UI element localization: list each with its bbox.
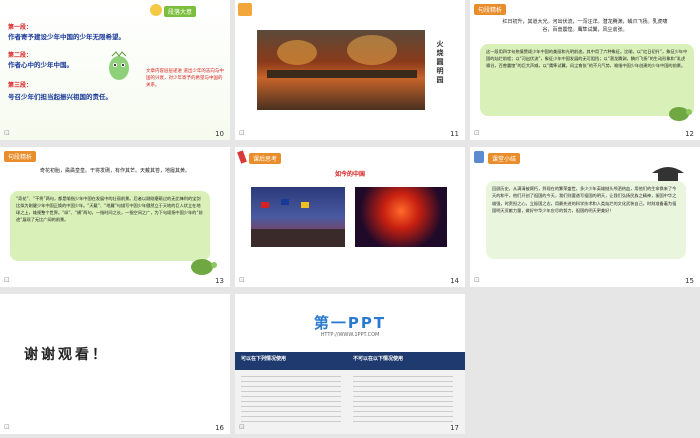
slide-zoom-icon: ⊡ [474,276,480,284]
analysis-bubble: “奇花”、“干将”两句，都是喻指少年中国在发展中的壮丽前景。后者以刚刚磨砺过的无… [10,191,210,261]
poem-text: 奇花初胎，矞矞皇皇。干将发硎，有作其芒。天戴其苍，地履其黄。 [40,168,191,174]
slide-number: 12 [685,130,694,138]
character-avatar-icon [474,151,484,163]
burning-palace-painting [257,30,425,110]
slide-badge: 句段精析 [4,151,37,162]
slide-zoom-icon: ⊡ [474,129,480,137]
slide-zoom-icon: ⊡ [239,276,245,284]
pagoda-roof-icon [652,167,684,181]
slide-thumbnail-10[interactable]: 段落大意 第一段： 作者寄予建设少年中国的少年无限希望。 第二段： 作者心中的少… [0,0,230,140]
slide-number: 15 [685,277,694,285]
slide-number: 10 [215,130,224,138]
part-text-2: 作者心中的少年中国。 [8,61,73,69]
slide-badge: 课后思考 [249,153,282,164]
slide-badge: 段落大意 [164,6,197,17]
pencil-icon [237,150,247,164]
part-title-1: 第一段： [8,24,33,31]
slide-number: 17 [450,424,459,432]
part-title-3: 第三段： [8,82,33,89]
slide-thumbnail-13[interactable]: 句段精析 奇花初胎，矞矞皇皇。干将发硎，有作其芒。天戴其苍，地履其黄。 “奇花”… [0,147,230,287]
forbidden-usage-title: 不可以在以下情况使用 [353,356,404,362]
part-text-1: 作者寄予建设少年中国的少年无限希望。 [8,33,125,41]
slide-number: 16 [215,424,224,432]
slide-vertical-title: 火烧圆明园 [436,40,444,85]
forbidden-usage-list [353,376,453,422]
content-note: 文章内容层层递进 道出少年的志向与中国的兴衰，对少年寄予的希望与中国的关系。 [146,69,224,88]
slide-zoom-icon: ⊡ [4,276,10,284]
slide-zoom-icon: ⊡ [4,423,10,431]
cartoon-egg-character-icon [109,51,129,80]
allowed-usage-list [241,376,341,422]
part-title-2: 第二段： [8,52,33,59]
part-text-3: 号召少年们担当起振兴祖国的责任。 [8,93,112,101]
slide-thumbnail-15[interactable]: 课堂小结 回顾历史，从满清被腐朽，到现在的繁荣盛世，多少少年英雄抛头颅洒热血，用… [470,147,700,287]
turtle-icon [669,107,692,121]
allowed-usage-title: 可以在下列情况使用 [241,356,287,362]
slide-thumbnail-16[interactable]: 谢谢观看！ ⊡ 16 [0,294,230,434]
analysis-bubble: 这一段用四字句热情赞颂少年中国的美丽和光明前途。其中用了六种象征。比喻，以“红日… [480,44,694,116]
slide-heading: 如今的中国 [334,171,365,178]
slide-number: 11 [450,130,459,138]
thanks-text: 谢谢观看！ [24,347,109,363]
poem-text: 红日初升，其道大光。河出伏流，一泻汪洋。潜龙腾渊，鳞爪飞扬。乳虎啸谷，百兽震惶。… [502,19,668,33]
slide-thumbnail-14[interactable]: 课后思考 如今的中国 ⊡ 14 [235,147,465,287]
slide-thumbnail-12[interactable]: 句段精析 红日初升，其道大光。河出伏流，一泻汪洋。潜龙腾渊，鳞爪飞扬。乳虎啸谷，… [470,0,700,140]
character-avatar-icon [238,3,252,16]
slide-badge: 课堂小结 [488,153,521,164]
sun-decoration-icon [150,4,162,16]
slide-number: 13 [215,277,224,285]
slide-badge: 句段精析 [474,4,507,15]
slide-zoom-icon: ⊡ [4,129,10,137]
slide-thumbnail-11[interactable]: 火烧圆明园 ⊡ 11 [235,0,465,140]
summary-bubble: 回顾历史，从满清被腐朽，到现在的繁荣盛世，多少少年英雄抛头颅洒热血，用他们的生命… [486,181,686,259]
logo-url: HTTP://WWW.1PPT.COM [320,332,380,338]
fireworks-photo [355,187,447,247]
olympic-ceremony-photo [251,187,345,247]
slide-zoom-icon: ⊡ [239,129,245,137]
slide-sorter-grid: 段落大意 第一段： 作者寄予建设少年中国的少年无限希望。 第二段： 作者心中的少… [0,0,700,438]
slide-thumbnail-17[interactable]: 第一PPT HTTP://WWW.1PPT.COM 可以在下列情况使用 不可以在… [235,294,465,434]
slide-number: 14 [450,277,459,285]
turtle-icon [191,259,217,275]
slide-zoom-icon: ⊡ [239,423,245,431]
logo-text: 第一PPT [313,314,387,332]
